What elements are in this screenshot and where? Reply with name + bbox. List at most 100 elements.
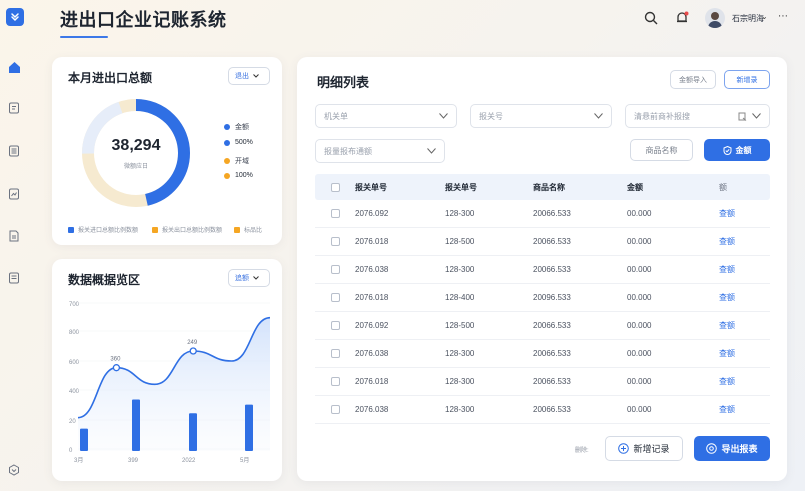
table-row[interactable]: 2076.092 128-300 20066.533 00.000 查额 (315, 200, 770, 228)
x-tick-label: 3月 (74, 457, 83, 464)
chevron-down-icon (253, 276, 259, 280)
search-filter-label: 清悬前商补报搜 (634, 111, 690, 121)
table-cell: 2076.092 (355, 209, 389, 218)
search-icon[interactable] (643, 10, 659, 26)
user-avatar[interactable] (705, 8, 725, 28)
table-cell: 2076.018 (355, 377, 389, 386)
column-header[interactable]: 额 (719, 182, 769, 193)
table-row[interactable]: 2076.038 128-300 20066.533 00.000 查额 (315, 340, 770, 368)
shield-check-icon (723, 145, 731, 155)
summary-select-label: 退出 (235, 73, 249, 80)
table-body: 2076.092 128-300 20066.533 00.000 查额 2076.018… (315, 200, 770, 424)
line-annotation: 360 (110, 357, 121, 363)
list-icon[interactable] (7, 144, 21, 158)
table-cell: 2076.092 (355, 321, 389, 330)
column-header[interactable]: 商品名称 (533, 182, 627, 193)
user-name[interactable]: 石宗明海 (732, 13, 764, 24)
table-cell: 00.000 (627, 405, 652, 414)
row-checkbox[interactable] (330, 209, 340, 218)
table-row[interactable]: 2076.018 128-300 20066.533 00.000 查额 (315, 368, 770, 396)
legend-item: 金额 (224, 122, 249, 132)
view-link[interactable]: 查额 (719, 208, 769, 219)
settings-icon[interactable] (7, 463, 21, 477)
sidebar (0, 40, 30, 491)
trade-filter-select[interactable]: 报量报布通额 (315, 139, 445, 163)
table-cell: 128-300 (445, 377, 475, 386)
row-checkbox[interactable] (330, 321, 340, 330)
view-link[interactable]: 查额 (719, 292, 769, 303)
table-cell: 20096.533 (533, 293, 571, 302)
table-row[interactable]: 2076.018 128-400 20096.533 00.000 查额 (315, 284, 770, 312)
y-tick-label: 0 (69, 448, 73, 454)
report-icon[interactable] (7, 271, 21, 285)
row-checkbox[interactable] (330, 349, 340, 358)
amount-filter-button[interactable]: 金额 (704, 139, 770, 161)
table-cell: 20066.533 (533, 209, 571, 218)
column-header[interactable]: 金额 (627, 182, 719, 193)
line-area (78, 317, 270, 451)
y-tick-label: 20 (69, 419, 76, 425)
x-tick-label: 2022 (182, 458, 196, 464)
row-checkbox[interactable] (330, 237, 340, 246)
more-icon[interactable]: ⋯ (778, 11, 788, 22)
view-link[interactable]: 查额 (719, 236, 769, 247)
summary-period-select[interactable]: 退出 (228, 67, 270, 85)
amount-filter-label: 金额 (735, 145, 752, 155)
column-header[interactable]: 报关单号 (445, 182, 533, 193)
line-annotation: 249 (187, 340, 198, 346)
table-cell: 2076.038 (355, 265, 389, 274)
view-link[interactable]: 查额 (719, 320, 769, 331)
view-link[interactable]: 查额 (719, 348, 769, 359)
notification-bell-icon[interactable] (674, 10, 690, 26)
overview-period-select[interactable]: 追额 (228, 269, 270, 287)
bar (189, 413, 197, 451)
view-link[interactable]: 查额 (719, 404, 769, 415)
table-row[interactable]: 2076.018 128-500 20066.533 00.000 查额 (315, 228, 770, 256)
product-name-button[interactable]: 商品名称 (630, 139, 693, 161)
bar (132, 399, 140, 451)
overview-chart: 7008006004002003602493月 399 2022 5月 (69, 302, 271, 464)
add-record-label: 新增记录 (633, 444, 670, 454)
chart-icon[interactable] (7, 187, 21, 201)
table-cell: 20066.533 (533, 377, 571, 386)
table-row[interactable]: 2076.092 128-500 20066.533 00.000 查额 (315, 312, 770, 340)
add-record-button[interactable]: 新增记录 (605, 436, 683, 461)
document-icon[interactable] (7, 101, 21, 115)
select-all-checkbox[interactable] (330, 182, 340, 192)
title-underline (60, 36, 108, 38)
chevron-down-icon (427, 148, 436, 154)
legend-item: 500% (224, 139, 253, 146)
chevron-down-icon[interactable]: ⌄ (761, 12, 768, 21)
new-entry-button[interactable]: 新增录 (724, 70, 770, 89)
app-header: 进出口企业记账系统 石宗明海 ⌄ ⋯ (0, 0, 805, 40)
app-logo-icon[interactable] (6, 8, 24, 26)
customs-filter-label: 机关单 (324, 111, 348, 121)
line-marker (189, 347, 197, 355)
row-checkbox[interactable] (330, 265, 340, 274)
row-checkbox[interactable] (330, 405, 340, 414)
chevron-down-icon (439, 113, 448, 119)
declaration-filter-label: 报关号 (479, 111, 503, 121)
document-search-icon (738, 112, 747, 121)
legend-item: 100% (224, 172, 253, 179)
home-icon[interactable] (7, 60, 21, 74)
declaration-filter-select[interactable]: 报关号 (470, 104, 612, 128)
row-checkbox[interactable] (330, 377, 340, 386)
table-cell: 128-500 (445, 237, 475, 246)
chevron-down-icon (752, 113, 761, 119)
footer-label: 删除: (575, 448, 589, 454)
import-button[interactable]: 金额导入 (670, 70, 716, 89)
table-row[interactable]: 2076.038 128-300 20066.533 00.000 查额 (315, 396, 770, 424)
customs-filter-select[interactable]: 机关单 (315, 104, 457, 128)
bar (80, 428, 88, 451)
plus-circle-icon (618, 443, 630, 454)
file-icon[interactable] (7, 229, 21, 243)
column-header[interactable]: 报关单号 (355, 182, 445, 193)
search-filter-select[interactable]: 清悬前商补报搜 (625, 104, 770, 128)
export-report-button[interactable]: 导出报表 (694, 436, 770, 461)
row-checkbox[interactable] (330, 293, 340, 302)
view-link[interactable]: 查额 (719, 376, 769, 387)
table-cell: 00.000 (627, 209, 652, 218)
view-link[interactable]: 查额 (719, 264, 769, 275)
table-row[interactable]: 2076.038 128-300 20066.533 00.000 查额 (315, 256, 770, 284)
